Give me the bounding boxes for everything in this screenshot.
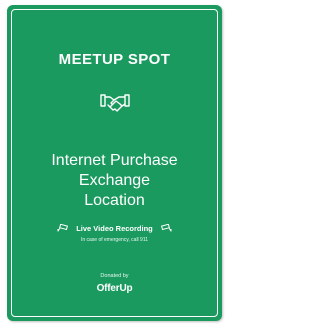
meetup-spot-sign: MEETUP SPOT Internet Purchase Exchange L… — [7, 5, 222, 321]
headline: Internet Purchase Exchange Location — [7, 151, 222, 211]
emergency-note: In case of emergency, call 911 — [80, 237, 149, 243]
security-camera-icon-right — [160, 224, 172, 232]
live-video-row: Live Video Recording — [7, 223, 222, 233]
sign-title: MEETUP SPOT — [58, 51, 171, 68]
headline-line-1: Internet Purchase — [51, 152, 178, 169]
security-camera-icon-left — [57, 224, 69, 232]
headline-line-3: Location — [84, 192, 145, 209]
handshake-icon — [99, 94, 130, 112]
live-video-label: Live Video Recording — [76, 223, 153, 233]
headline-line-2: Exchange — [78, 172, 151, 189]
donated-by-label: Donated by — [100, 273, 129, 279]
offerup-logo: OfferUp — [96, 283, 133, 294]
